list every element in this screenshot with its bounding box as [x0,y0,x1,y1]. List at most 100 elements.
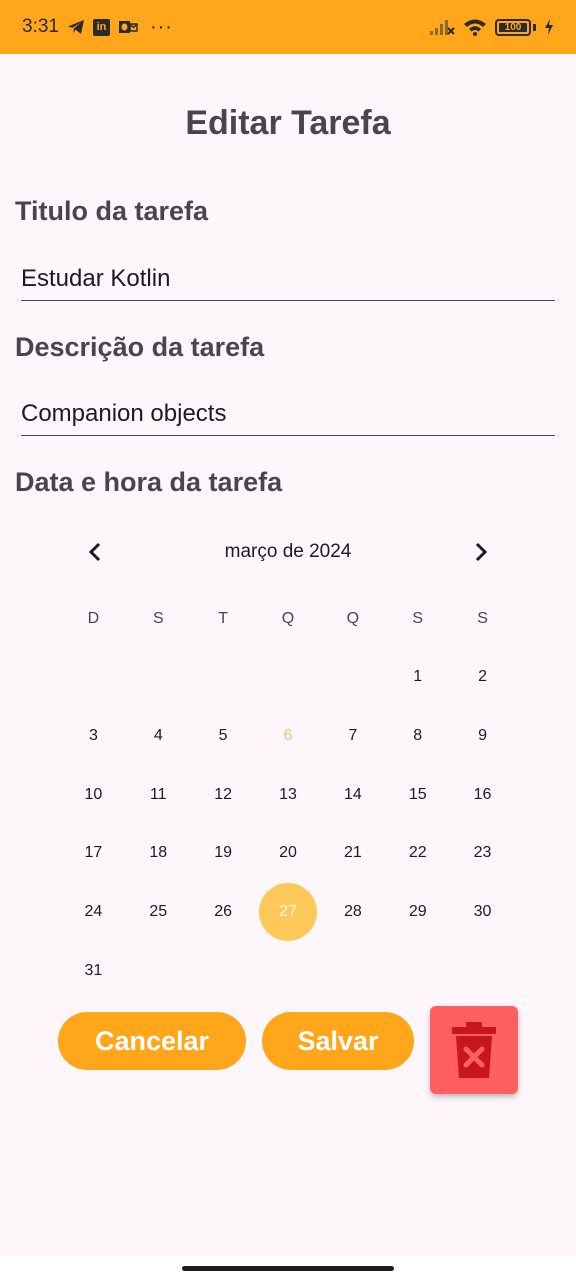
calendar-day-number: 6 [283,727,293,745]
calendar-day-number: 13 [279,785,297,803]
calendar-day-number: 3 [88,727,98,745]
calendar-day-17[interactable]: 17 [61,824,126,883]
calendar-day-29[interactable]: 29 [385,883,450,942]
signal-icon [429,18,455,36]
calendar-grid: D S T Q Q S S 1 2 3 4 5 6 7 8 9 10 11 12 13 14 15 16 17 18 19 20 21… [61,590,515,1000]
telegram-icon [67,19,85,35]
outlook-icon [118,19,138,35]
home-indicator[interactable] [182,1266,394,1271]
calendar-day-12[interactable]: 12 [191,765,256,824]
cancel-button[interactable]: Cancelar [58,1012,246,1070]
title-input[interactable] [21,257,555,300]
calendar-day-10[interactable]: 10 [61,765,126,824]
calendar-day-20[interactable]: 20 [256,824,321,883]
calendar-day-16[interactable]: 16 [450,765,515,824]
status-right: 100 [429,18,554,36]
calendar-day-number: 2 [478,668,488,686]
calendar-day-number: 30 [473,903,492,921]
calendar-blank-cell [256,648,321,707]
weekday-label: T [218,610,229,627]
weekday-label: Q [346,610,360,627]
calendar-day-5[interactable]: 5 [191,707,256,766]
calendar-day-14[interactable]: 14 [320,765,385,824]
page-title: Editar Tarefa [185,104,391,142]
calendar-day-11[interactable]: 11 [126,765,191,824]
description-input[interactable] [21,392,555,435]
calendar-day-19[interactable]: 19 [191,824,256,883]
calendar-header: março de 2024 [60,532,516,572]
calendar-blank-cell [61,648,126,707]
calendar-day-number: 7 [348,727,358,745]
calendar-day-number: 14 [343,785,362,803]
calendar-day-30[interactable]: 30 [450,883,515,942]
calendar-day-number: 29 [408,903,427,921]
status-bar: 3:31 in ··· 100 [0,0,576,54]
calendar-day-21[interactable]: 21 [320,824,385,883]
linkedin-icon: in [92,18,110,36]
date-label: Data e hora da tarefa [15,467,283,497]
calendar-day-number: 20 [279,844,297,862]
calendar-day-22[interactable]: 22 [385,824,450,883]
save-button[interactable]: Salvar [262,1012,414,1070]
chevron-left-icon [88,542,101,562]
calendar-day-9[interactable]: 9 [450,707,515,766]
calendar-day-8[interactable]: 8 [385,707,450,766]
weekday-label: Q [281,610,295,627]
calendar-day-number: 11 [149,785,167,803]
calendar-day-number: 10 [84,785,103,803]
calendar-day-3[interactable]: 3 [61,707,126,766]
calendar-day-number: 25 [149,903,168,921]
weekday-label: D [87,610,100,627]
calendar-day-number: 8 [413,727,423,745]
next-month-button[interactable] [446,532,516,572]
trash-x-icon [452,1022,496,1078]
weekday-label: S [152,610,164,627]
calendar-day-number: 5 [218,727,228,745]
delete-button[interactable] [430,1006,518,1094]
calendar-day-15[interactable]: 15 [385,765,450,824]
calendar-day-number: 15 [408,785,427,803]
calendar-day-24[interactable]: 24 [61,883,126,942]
calendar-blank-cell [320,648,385,707]
battery-tip [533,23,536,31]
calendar-blank-cell [126,648,191,707]
description-label: Descrição da tarefa [15,332,265,362]
calendar-day-number: 26 [214,903,233,921]
calendar-day-4[interactable]: 4 [126,707,191,766]
calendar-day-number: 23 [473,844,492,862]
calendar-day-2[interactable]: 2 [450,648,515,707]
calendar-day-number: 4 [153,727,163,745]
calendar-day-26[interactable]: 26 [191,883,256,942]
calendar-day-6[interactable]: 6 [256,707,321,766]
calendar-day-28[interactable]: 28 [320,883,385,942]
title-label: Titulo da tarefa [15,196,209,226]
calendar-day-25[interactable]: 25 [126,883,191,942]
calendar-day-number: 24 [84,903,103,921]
battery-level: 100 [504,21,522,33]
calendar-day-number: 31 [84,961,103,979]
charging-icon [544,19,554,35]
calendar-day-number: 28 [343,903,362,921]
calendar-day-number: 12 [214,785,233,803]
calendar-day-31[interactable]: 31 [61,941,126,1000]
calendar-blank-cell [191,648,256,707]
calendar-day-number: 22 [408,844,427,862]
calendar-day-number: 19 [214,844,233,862]
chevron-right-icon [475,542,488,562]
calendar-day-1[interactable]: 1 [385,648,450,707]
calendar-day-number: 9 [478,727,488,745]
calendar-day-23[interactable]: 23 [450,824,515,883]
calendar-day-18[interactable]: 18 [126,824,191,883]
calendar-day-number: 27 [279,903,297,921]
battery-icon: 100 [495,18,531,36]
description-field[interactable] [21,392,555,436]
calendar-day-number: 18 [149,844,168,862]
navigation-bar [0,1256,576,1280]
previous-month-button[interactable] [60,532,130,572]
calendar-day-27[interactable]: 27 [256,883,321,942]
calendar-day-number: 16 [473,785,492,803]
title-field[interactable] [21,257,555,301]
calendar-day-7[interactable]: 7 [320,707,385,766]
more-icon: ··· [149,15,173,38]
calendar-day-13[interactable]: 13 [256,765,321,824]
